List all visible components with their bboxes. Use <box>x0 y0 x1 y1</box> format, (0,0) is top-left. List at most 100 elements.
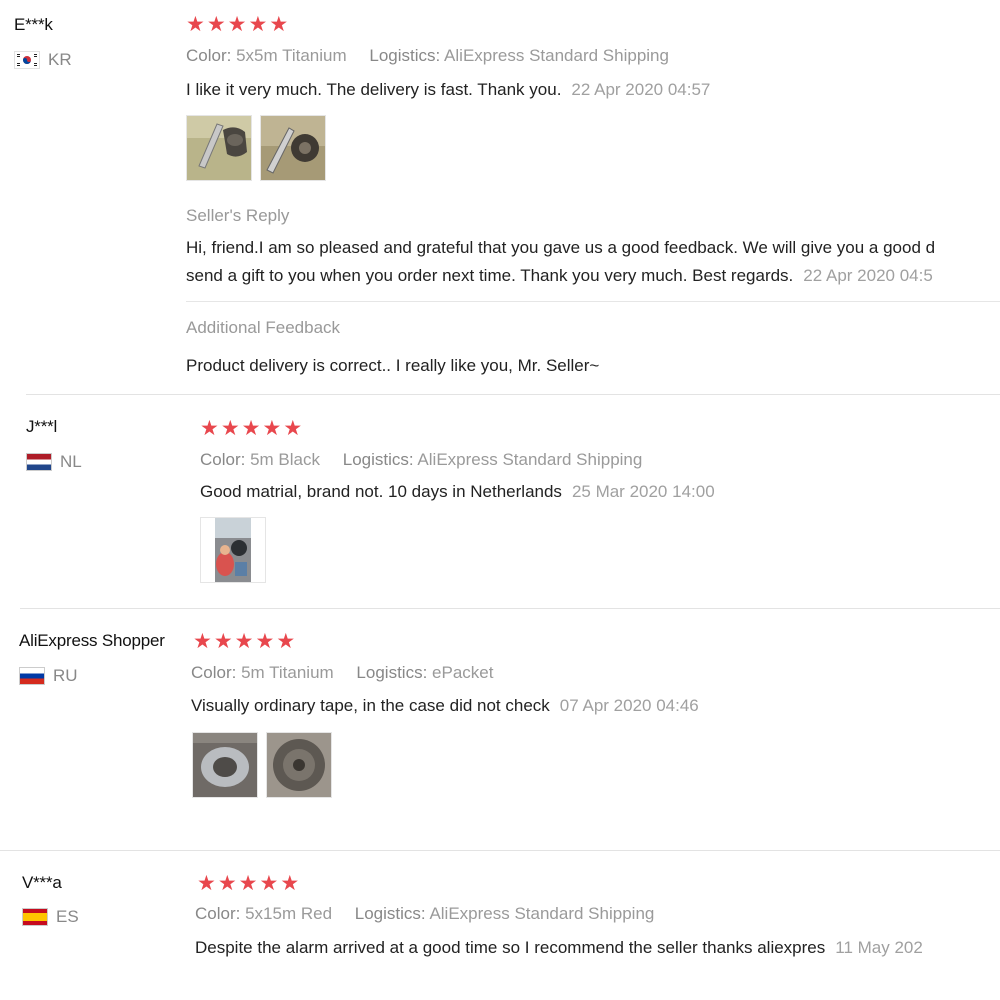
review-content: ★ ★ ★ ★ ★ Color: 5m Black Logistics: Ali… <box>200 418 715 583</box>
review-photos <box>200 517 266 583</box>
order-attributes: Color: 5m Titanium Logistics: ePacket <box>191 663 511 683</box>
star-icon: ★ <box>269 13 289 36</box>
review-text: Despite the alarm arrived at a good time… <box>195 938 923 958</box>
seller-reply-line2: send a gift to you when you order next t… <box>186 266 933 286</box>
review-body: Despite the alarm arrived at a good time… <box>195 938 826 957</box>
seller-reply-line1: Hi, friend.I am so pleased and grateful … <box>186 238 936 257</box>
star-icon: ★ <box>197 872 216 895</box>
review-body: Visually ordinary tape, in the case did … <box>191 696 550 715</box>
review-item: AliExpress Shopper RU ★ ★ ★ ★ ★ Color: 5… <box>0 609 1000 851</box>
star-icon: ★ <box>200 417 219 440</box>
reviewer-country: RU <box>19 666 78 686</box>
review-date: 25 Mar 2020 14:00 <box>571 482 715 501</box>
review-item: V***a ES ★ ★ ★ ★ ★ Color: 5x15m Red Logi… <box>0 851 1000 1000</box>
photo-image <box>261 116 325 180</box>
color-label: Color: <box>200 450 246 469</box>
logistics-value: AliExpress Standard Shipping <box>429 904 655 923</box>
photo-image <box>201 518 265 582</box>
review-photo-thumbnail[interactable] <box>266 732 332 798</box>
review-text: I like it very much. The delivery is fas… <box>186 80 710 100</box>
seller-reply-title: Seller's Reply <box>186 206 290 225</box>
review-photo-thumbnail[interactable] <box>186 115 252 181</box>
photo-image <box>193 733 257 797</box>
logistics-label: Logistics: <box>356 663 428 682</box>
star-icon: ★ <box>280 872 300 895</box>
flag-ru-icon <box>19 667 45 685</box>
review-content: ★ ★ ★ ★ ★ Color: 5x5m Titanium Logistics… <box>186 14 1000 375</box>
star-icon: ★ <box>259 872 279 895</box>
star-icon: ★ <box>248 13 268 36</box>
review-body: I like it very much. The delivery is fas… <box>186 80 562 99</box>
country-code: RU <box>53 666 78 685</box>
order-attributes: Color: 5m Black Logistics: AliExpress St… <box>200 450 660 470</box>
star-icon: ★ <box>227 13 247 36</box>
star-icon: ★ <box>241 417 261 440</box>
star-icon: ★ <box>238 872 258 895</box>
logistics-value: AliExpress Standard Shipping <box>417 450 643 469</box>
color-label: Color: <box>195 904 241 923</box>
seller-reply-date: 22 Apr 2020 04:5 <box>803 266 933 285</box>
star-rating: ★ ★ ★ ★ ★ <box>197 873 301 895</box>
reviewer-name: AliExpress Shopper <box>19 631 165 650</box>
review-body: Good matrial, brand not. 10 days in Neth… <box>200 482 562 501</box>
star-rating: ★ ★ ★ ★ ★ <box>186 14 290 36</box>
order-attributes: Color: 5x5m Titanium Logistics: AliExpre… <box>186 46 687 66</box>
review-photos <box>186 115 326 181</box>
flag-nl-icon <box>26 453 52 471</box>
review-date: 11 May 202 <box>835 938 923 957</box>
review-photo-thumbnail[interactable] <box>192 732 258 798</box>
star-icon: ★ <box>213 630 233 653</box>
country-code: NL <box>60 452 82 471</box>
flag-es-icon <box>22 908 48 926</box>
star-icon: ★ <box>206 13 226 36</box>
logistics-value: ePacket <box>432 663 494 682</box>
logistics-label: Logistics: <box>342 450 414 469</box>
reviewer-country: ES <box>22 907 79 927</box>
logistics-label: Logistics: <box>354 904 426 923</box>
photo-image <box>267 733 331 797</box>
review-item: J***l NL ★ ★ ★ ★ ★ Color: 5m Black Logis… <box>0 395 1000 609</box>
review-photos <box>192 732 332 798</box>
star-icon: ★ <box>276 630 296 653</box>
star-rating: ★ ★ ★ ★ ★ <box>193 631 297 653</box>
additional-feedback-text: Product delivery is correct.. I really l… <box>186 356 600 375</box>
star-icon: ★ <box>217 872 237 895</box>
color-label: Color: <box>191 663 237 682</box>
review-date: 22 Apr 2020 04:57 <box>571 80 711 99</box>
star-icon: ★ <box>186 13 205 36</box>
reviewer-name: J***l <box>26 417 58 436</box>
review-text: Good matrial, brand not. 10 days in Neth… <box>200 482 715 502</box>
review-content: ★ ★ ★ ★ ★ <box>197 873 301 895</box>
star-icon: ★ <box>193 630 212 653</box>
divider <box>186 301 1000 302</box>
flag-kr-icon <box>14 51 40 69</box>
color-value: 5m Titanium <box>241 663 334 682</box>
reviewer-name: V***a <box>22 873 62 892</box>
review-photo-thumbnail[interactable] <box>260 115 326 181</box>
reviewer-country: KR <box>14 50 72 70</box>
review-photo-thumbnail[interactable] <box>200 517 266 583</box>
review-content: ★ ★ ★ ★ ★ <box>193 631 297 653</box>
seller-reply-body: send a gift to you when you order next t… <box>186 266 794 285</box>
star-rating: ★ ★ ★ ★ ★ <box>200 418 304 440</box>
review-date: 07 Apr 2020 04:46 <box>559 696 699 715</box>
additional-feedback-title: Additional Feedback <box>186 318 341 337</box>
star-icon: ★ <box>283 417 303 440</box>
reviewer-country: NL <box>26 452 82 472</box>
reviewer-name: E***k <box>14 15 53 34</box>
star-icon: ★ <box>262 417 282 440</box>
country-code: KR <box>48 50 72 69</box>
color-value: 5x15m Red <box>245 904 333 923</box>
review-item: E***k KR ★ ★ ★ ★ ★ Color: 5x5m Titanium … <box>0 0 1000 395</box>
logistics-label: Logistics: <box>369 46 441 65</box>
order-attributes: Color: 5x15m Red Logistics: AliExpress S… <box>195 904 672 924</box>
color-value: 5x5m Titanium <box>236 46 347 65</box>
country-code: ES <box>56 907 79 926</box>
photo-image <box>187 116 251 180</box>
star-icon: ★ <box>255 630 275 653</box>
star-icon: ★ <box>234 630 254 653</box>
logistics-value: AliExpress Standard Shipping <box>444 46 669 65</box>
color-value: 5m Black <box>250 450 321 469</box>
review-text: Visually ordinary tape, in the case did … <box>191 696 699 716</box>
star-icon: ★ <box>220 417 240 440</box>
